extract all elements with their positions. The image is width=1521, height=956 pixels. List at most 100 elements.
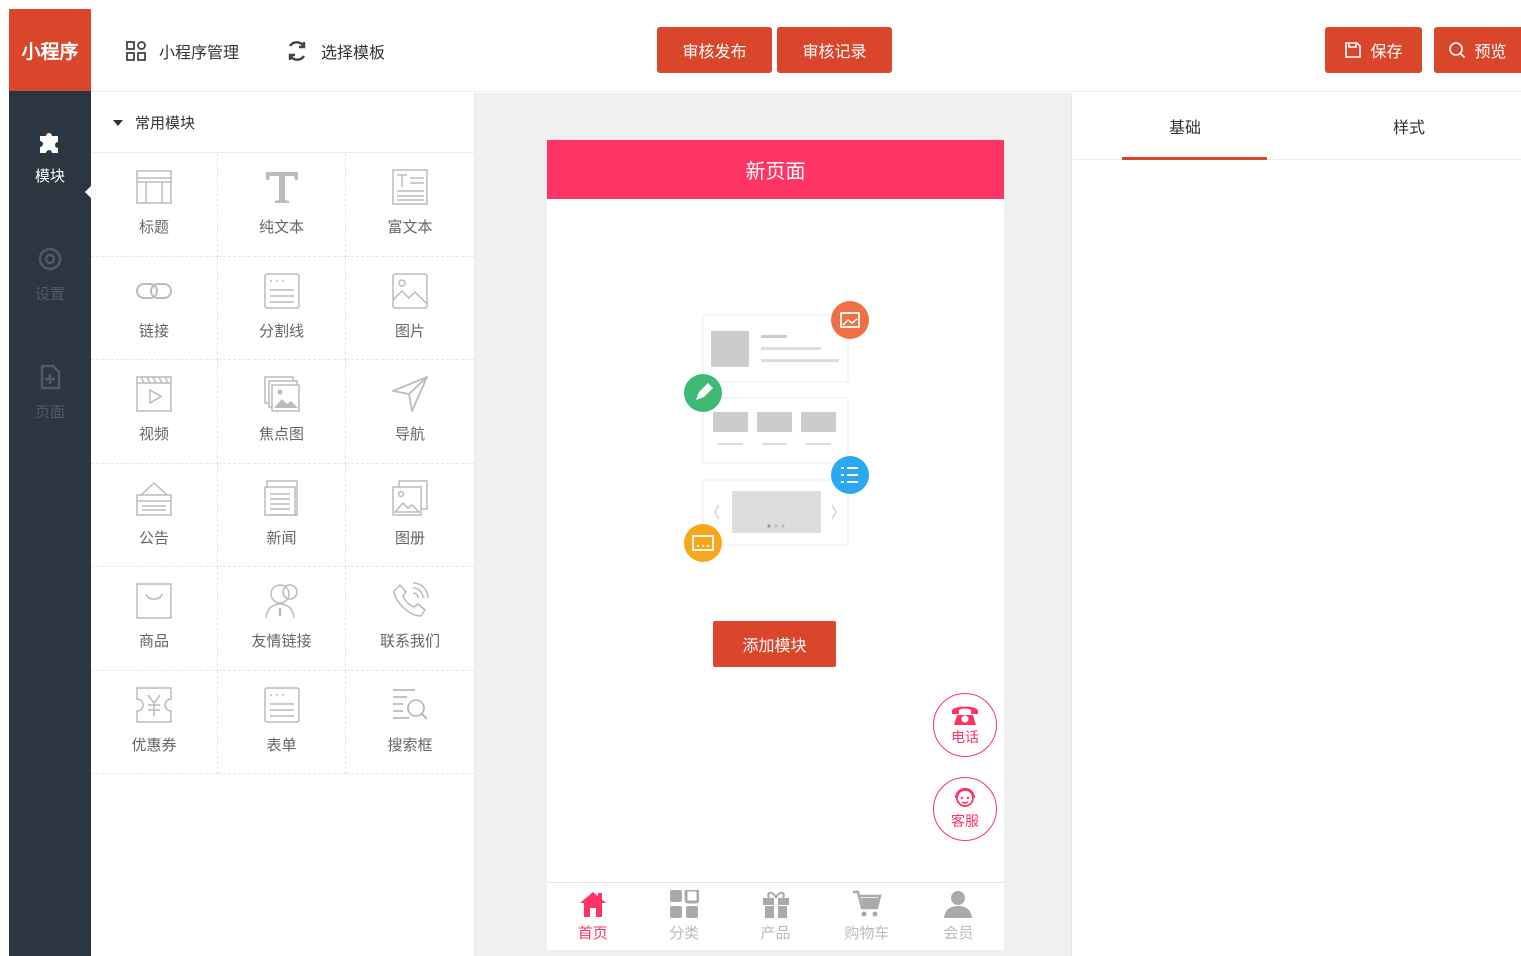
- home-icon: [579, 892, 606, 917]
- rich-text-icon: [392, 169, 428, 205]
- module-label: 焦点图: [258, 425, 304, 443]
- module-label: 友情链接: [251, 632, 312, 650]
- sidebar-item-label: 设置: [34, 285, 65, 303]
- grid-icon: [126, 40, 146, 61]
- module-rich-text[interactable]: 富文本: [346, 153, 474, 257]
- module-label: 优惠券: [131, 735, 177, 754]
- search-icon: [1449, 42, 1466, 59]
- module-label: 图册: [394, 528, 425, 547]
- module-notice[interactable]: 公告: [91, 463, 218, 567]
- miniapp-manage-link[interactable]: 小程序管理: [125, 9, 239, 92]
- save-icon: [1345, 42, 1362, 58]
- save-label: 保存: [1370, 42, 1403, 61]
- module-friend-link[interactable]: 友情链接: [218, 567, 346, 671]
- module-label: 新闻: [266, 528, 297, 547]
- sidebar-item-modules[interactable]: 模块: [9, 127, 92, 199]
- module-coupon[interactable]: 优惠券: [91, 670, 218, 774]
- page-title[interactable]: 新页面: [547, 140, 1004, 199]
- active-tab-indicator: [1122, 157, 1267, 160]
- tab-basic[interactable]: 基础: [1073, 93, 1297, 159]
- add-module-button[interactable]: 添加模块: [713, 621, 836, 667]
- publish-review-button[interactable]: 审核发布: [657, 27, 772, 73]
- image-icon: [392, 272, 428, 309]
- sidebar-item-settings[interactable]: 设置: [9, 245, 91, 304]
- plain-text-icon: [265, 172, 298, 203]
- module-album[interactable]: 图册: [346, 464, 474, 567]
- module-search-box[interactable]: 搜索框: [346, 671, 474, 774]
- preview-button[interactable]: 预览: [1434, 27, 1521, 73]
- module-label: 链接: [138, 321, 169, 340]
- sidebar-item-pages[interactable]: 页面: [9, 363, 91, 422]
- news-icon: [263, 479, 298, 516]
- tab-cart[interactable]: 购物车: [821, 883, 912, 950]
- empty-page-illustration: [684, 301, 869, 562]
- top-bar: 小程序管理 选择模板 审核发布 审核记录 保存 预览: [91, 9, 1521, 92]
- select-template-link[interactable]: 选择模板: [285, 9, 385, 92]
- review-records-button[interactable]: 审核记录: [777, 27, 892, 73]
- link-icon: [136, 282, 172, 299]
- module-label: 视频: [138, 425, 169, 443]
- module-form[interactable]: 表单: [218, 670, 346, 774]
- module-image[interactable]: 图片: [346, 257, 474, 360]
- module-video[interactable]: 视频: [91, 360, 218, 464]
- module-label: 表单: [266, 735, 297, 754]
- sidebar-item-label: 页面: [34, 403, 65, 421]
- module-label: 联系我们: [379, 632, 440, 650]
- module-news[interactable]: 新闻: [218, 463, 346, 567]
- editor-canvas: 新页面 添加模块 电话 客服 首页 分类 产品 购物车 会员: [474, 93, 1072, 956]
- module-grid: 标题 纯文本 富文本 链接 分割线 图片 视频 焦点图 导航 公告 新闻 图册 …: [91, 153, 474, 774]
- category-icon: [670, 890, 700, 918]
- float-phone-button[interactable]: 电话: [933, 693, 997, 757]
- cart-icon: [852, 890, 882, 917]
- module-carousel[interactable]: 焦点图: [218, 360, 346, 464]
- module-label: 搜索框: [387, 735, 433, 754]
- tab-product[interactable]: 产品: [730, 883, 821, 950]
- divider-icon: [263, 272, 300, 309]
- module-plain-text[interactable]: 纯文本: [218, 153, 346, 257]
- video-icon: [136, 376, 172, 412]
- module-navigation[interactable]: 导航: [346, 360, 474, 464]
- properties-tabs: 基础 样式: [1073, 93, 1521, 160]
- tab-category[interactable]: 分类: [638, 883, 729, 950]
- phone-preview: 新页面 添加模块 电话 客服 首页 分类 产品 购物车 会员: [547, 140, 1004, 950]
- save-button[interactable]: 保存: [1325, 27, 1422, 73]
- tab-label: 首页: [577, 924, 608, 942]
- contact-icon: [393, 582, 429, 617]
- album-icon: [392, 479, 428, 516]
- notice-icon: [136, 481, 172, 516]
- module-panel: 常用模块 标题 纯文本 富文本 链接 分割线 图片 视频 焦点图 导航 公告 新…: [91, 93, 474, 956]
- title-icon: [136, 170, 172, 204]
- puzzle-icon: [40, 133, 58, 153]
- navigation-icon: [392, 376, 428, 412]
- module-label: 富文本: [387, 218, 433, 236]
- module-label: 纯文本: [258, 218, 304, 236]
- module-divider[interactable]: 分割线: [218, 256, 346, 360]
- tab-home[interactable]: 首页: [547, 883, 638, 950]
- tab-label: 购物车: [844, 924, 890, 942]
- module-link[interactable]: 链接: [91, 256, 218, 360]
- tab-member[interactable]: 会员: [913, 883, 1004, 950]
- module-group-header[interactable]: 常用模块: [91, 93, 474, 153]
- page-icon: [40, 364, 61, 390]
- product-icon: [762, 891, 789, 918]
- module-label: 公告: [138, 528, 169, 547]
- member-icon: [944, 891, 973, 918]
- customer-service-icon: [954, 787, 976, 807]
- float-service-label: 客服: [951, 814, 979, 830]
- settings-icon: [38, 247, 62, 271]
- float-service-button[interactable]: 客服: [933, 777, 997, 841]
- module-label: 导航: [394, 425, 425, 443]
- form-icon: [263, 686, 300, 723]
- module-group-title: 常用模块: [135, 114, 196, 132]
- refresh-icon: [288, 40, 306, 61]
- tab-style[interactable]: 样式: [1297, 93, 1521, 159]
- module-title[interactable]: 标题: [91, 153, 218, 257]
- module-goods[interactable]: 商品: [91, 567, 218, 671]
- phone-tab-bar: 首页 分类 产品 购物车 会员: [547, 882, 1004, 950]
- caret-down-icon: [113, 119, 123, 126]
- module-contact[interactable]: 联系我们: [346, 567, 474, 671]
- float-phone-label: 电话: [951, 730, 979, 746]
- main-sidebar: 小程序 模块 设置 页面: [9, 9, 92, 956]
- select-template-label: 选择模板: [321, 42, 386, 62]
- sidebar-item-label: 模块: [34, 167, 65, 185]
